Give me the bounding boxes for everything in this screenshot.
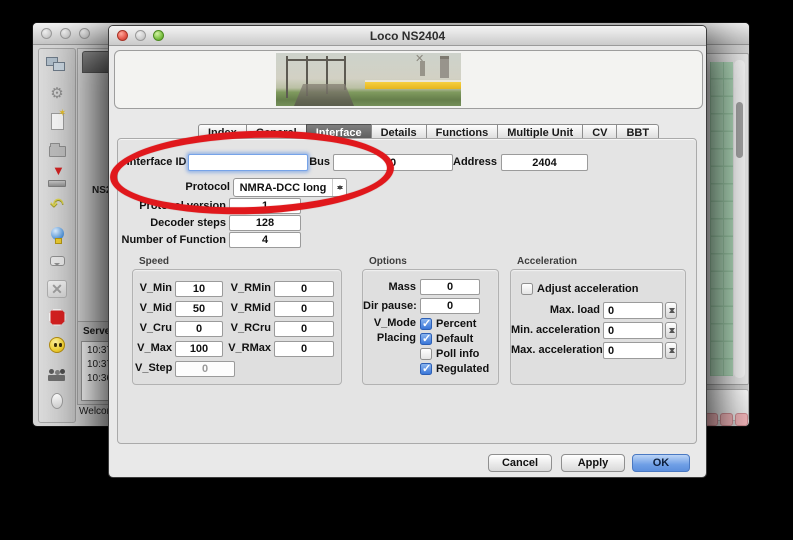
number-of-function-field[interactable]	[229, 232, 301, 248]
track-plan-panel	[703, 53, 749, 385]
mass-label: Mass	[363, 280, 416, 295]
dialog-titlebar[interactable]: Loco NS2404	[109, 26, 706, 46]
number-of-function-label: Number of Function	[118, 233, 226, 248]
adjust-acceleration-label[interactable]: Adjust acceleration	[537, 283, 638, 295]
v-mid-label: V_Mid	[135, 301, 172, 316]
v-rmid-field[interactable]	[274, 301, 334, 317]
v-step-label: V_Step	[135, 361, 172, 376]
mouse-icon[interactable]	[43, 389, 71, 413]
regulated-checkbox[interactable]	[420, 363, 432, 375]
save-inbox-icon[interactable]: ▼	[43, 165, 71, 189]
v-rmax-field[interactable]	[274, 341, 334, 357]
v-rmin-field[interactable]	[274, 281, 334, 297]
max-acceleration-stepper[interactable]	[665, 342, 677, 359]
network-monitors-icon[interactable]	[43, 53, 71, 77]
dir-pause-label: Dir pause:	[363, 299, 416, 314]
vertical-scrollbar[interactable]	[734, 60, 745, 378]
percent-checkbox-label[interactable]: Percent	[436, 318, 476, 330]
main-toolbar: ⚙ ▼ ↶ ✕	[38, 48, 76, 423]
acceleration-group-title: Acceleration	[517, 256, 577, 267]
options-group: Options Mass Dir pause: V_Mode Percent P…	[362, 269, 499, 385]
gears-icon[interactable]: ⚙	[43, 81, 71, 105]
speed-group: Speed V_Min V_RMin V_Mid V_RMid V_Cru V_…	[132, 269, 342, 385]
decoder-steps-label: Decoder steps	[118, 216, 226, 231]
acceleration-group: Acceleration Adjust acceleration Max. lo…	[510, 269, 686, 385]
address-label: Address	[453, 155, 495, 170]
v-step-field	[175, 361, 235, 377]
poll-info-checkbox[interactable]	[420, 348, 432, 360]
undo-icon[interactable]: ↶	[43, 193, 71, 217]
green-grid-table[interactable]	[710, 62, 733, 376]
v-cru-label: V_Cru	[135, 321, 172, 336]
v-rmid-label: V_RMid	[223, 301, 271, 316]
v-min-label: V_Min	[135, 281, 172, 296]
close-x-icon[interactable]: ✕	[43, 277, 71, 301]
adjust-acceleration-checkbox[interactable]	[521, 283, 533, 295]
apply-button[interactable]: Apply	[561, 454, 625, 472]
v-max-field[interactable]	[175, 341, 223, 357]
percent-checkbox[interactable]	[420, 318, 432, 330]
dialog-title: Loco NS2404	[109, 29, 706, 43]
v-mode-label: V_Mode	[363, 316, 416, 331]
new-file-icon[interactable]	[43, 109, 71, 133]
stop-sign-icon[interactable]	[43, 305, 71, 329]
default-checkbox-label[interactable]: Default	[436, 333, 473, 345]
dir-pause-field[interactable]	[420, 298, 480, 314]
ok-button[interactable]: OK	[632, 454, 690, 472]
scrollbar-thumb[interactable]	[736, 102, 743, 158]
church-tower-shape	[440, 56, 449, 78]
function-button[interactable]	[735, 413, 748, 426]
mass-field[interactable]	[420, 279, 480, 295]
windmill-shape	[420, 61, 425, 76]
loco-photo	[276, 53, 461, 106]
min-acceleration-field[interactable]	[603, 322, 663, 339]
chat-bubble-icon[interactable]	[43, 249, 71, 273]
speed-group-title: Speed	[139, 256, 169, 267]
lamp-icon[interactable]	[43, 221, 71, 245]
train-shape	[365, 80, 461, 89]
address-field[interactable]	[501, 154, 588, 171]
decoder-steps-field[interactable]	[229, 215, 301, 231]
function-button-row	[705, 413, 750, 426]
v-rcru-field[interactable]	[274, 321, 334, 337]
max-load-label: Max. load	[511, 303, 600, 318]
minimize-window-button[interactable]	[60, 28, 71, 39]
poll-info-checkbox-label[interactable]: Poll info	[436, 348, 479, 360]
max-acceleration-field[interactable]	[603, 342, 663, 359]
function-button[interactable]	[720, 413, 733, 426]
close-window-button[interactable]	[41, 28, 52, 39]
v-mid-field[interactable]	[175, 301, 223, 317]
open-folder-icon[interactable]	[43, 137, 71, 161]
min-acceleration-label: Min. acceleration	[511, 323, 600, 338]
v-min-field[interactable]	[175, 281, 223, 297]
loco-image-box	[114, 50, 703, 109]
max-acceleration-label: Max. acceleration	[511, 343, 600, 358]
default-checkbox[interactable]	[420, 333, 432, 345]
v-max-label: V_Max	[135, 341, 172, 356]
min-acceleration-stepper[interactable]	[665, 322, 677, 339]
v-rcru-label: V_RCru	[223, 321, 271, 336]
v-rmax-label: V_RMax	[223, 341, 271, 356]
smiley-icon[interactable]	[43, 333, 71, 357]
cancel-button[interactable]: Cancel	[488, 454, 552, 472]
zoom-window-button[interactable]	[79, 28, 90, 39]
regulated-checkbox-label[interactable]: Regulated	[436, 363, 489, 375]
options-group-title: Options	[369, 256, 407, 267]
loco-properties-dialog: Loco NS2404 Index General Interface Deta…	[108, 25, 707, 478]
max-load-field[interactable]	[603, 302, 663, 319]
v-cru-field[interactable]	[175, 321, 223, 337]
placing-label: Placing	[363, 331, 416, 346]
v-rmin-label: V_RMin	[223, 281, 271, 296]
crossing-workers-icon[interactable]	[43, 361, 71, 385]
max-load-stepper[interactable]	[665, 302, 677, 319]
